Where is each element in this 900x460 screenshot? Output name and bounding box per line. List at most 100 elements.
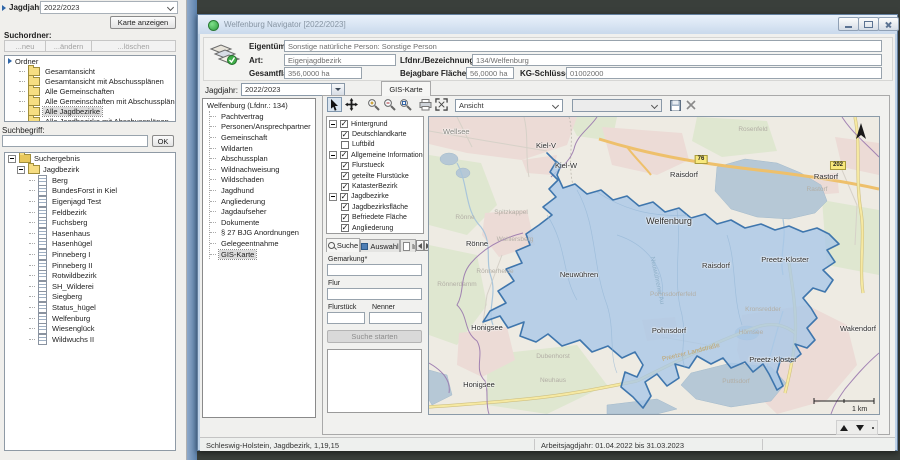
nav-item[interactable]: Wildnachweisung (210, 164, 315, 175)
jagdbezirk-item[interactable]: Pinneberg I (5, 249, 175, 260)
flurstueck-input[interactable] (327, 312, 365, 324)
nav-item[interactable]: Gelegeentnahme (210, 238, 315, 249)
full-extent-button[interactable] (434, 97, 449, 112)
jagdbezirk-item[interactable]: Rotwildbezirk (5, 270, 175, 281)
ansicht-select[interactable]: Ansicht (455, 99, 563, 112)
pan-tool-button[interactable] (344, 97, 359, 112)
minimize-button[interactable] (838, 17, 859, 31)
layer-checkbox[interactable] (340, 120, 348, 128)
jagdbezirk-item[interactable]: Wiesenglück (5, 323, 175, 334)
layer-checkbox[interactable] (341, 203, 349, 211)
collapse-icon[interactable] (17, 166, 25, 174)
nav-item[interactable]: Gemeinschaft (210, 132, 315, 143)
nav-item[interactable]: Dokumente (210, 217, 315, 228)
layer-checkbox[interactable] (341, 141, 349, 149)
jagdbezirk-item[interactable]: Eigenjagd Test (5, 196, 175, 207)
layer-row[interactable]: Luftbild (327, 140, 423, 150)
neu-button[interactable]: ...neu (4, 40, 46, 52)
nav-item[interactable]: Wildschaden (210, 175, 315, 186)
delete-view-button[interactable] (684, 98, 698, 112)
art-input[interactable] (284, 54, 396, 66)
gemarkung-input[interactable] (327, 264, 422, 276)
suchbegriff-input[interactable] (2, 135, 148, 147)
jagdbezirk-item[interactable]: Feldbezirk (5, 207, 175, 218)
jagdbezirk-group-item[interactable]: Jagdbezirk (5, 164, 175, 175)
ordner-folder-item[interactable]: Alle Jagdbezirke mit Abschussplänen (5, 116, 175, 122)
zoom-out-tool-button[interactable] (382, 97, 397, 112)
print-button[interactable] (418, 97, 433, 112)
layer-checkbox[interactable] (341, 224, 349, 232)
jagdbezirk-item[interactable]: Berg (5, 175, 175, 186)
layer-row[interactable]: Jagdbezirksfläche (327, 202, 423, 212)
dropdown-button[interactable] (331, 84, 344, 95)
pan-up-button[interactable] (840, 425, 848, 431)
tab-gis-karte[interactable]: GIS-Karte (381, 81, 431, 96)
saved-view-select[interactable] (572, 99, 662, 112)
layer-row[interactable]: Befriedete Fläche (327, 213, 423, 223)
sidebar-jagdjahr-select[interactable]: 2022/2023 (40, 1, 178, 14)
jagdbezirk-item[interactable]: Welfenburg (5, 313, 175, 324)
select-tool-button[interactable] (327, 97, 342, 112)
nav-item[interactable]: Wildarten (210, 143, 315, 154)
suche-starten-button[interactable]: Suche starten (327, 330, 422, 343)
zoom-select-tool-button[interactable] (398, 97, 413, 112)
tab-suche[interactable]: Suche (326, 238, 360, 252)
layer-row[interactable]: Hintergrund (327, 119, 423, 129)
jagdbezirk-item[interactable]: BundesForst in Kiel (5, 186, 175, 197)
layer-checkbox[interactable] (340, 193, 348, 201)
bejagbare-input[interactable] (466, 67, 514, 79)
gesamtflaeche-input[interactable] (284, 67, 362, 79)
kg-schluessel-input[interactable] (566, 67, 882, 79)
layer-checkbox[interactable] (341, 172, 349, 180)
layer-row[interactable]: Angliederung (327, 223, 423, 233)
layer-row[interactable]: KatasterBezirk (327, 181, 423, 191)
layer-row[interactable]: geteilte Flurstücke (327, 171, 423, 181)
nenner-input[interactable] (369, 312, 422, 324)
layer-checkbox[interactable] (340, 151, 348, 159)
layer-row[interactable]: Deutschlandkarte (327, 129, 423, 139)
karte-anzeigen-button[interactable]: Karte anzeigen (110, 16, 176, 29)
layer-checkbox[interactable] (341, 162, 349, 170)
jagdbezirk-item[interactable]: SH_Wilderei (5, 281, 175, 292)
layer-checkbox[interactable] (341, 131, 349, 139)
collapse-icon[interactable] (329, 151, 337, 159)
jagdbezirk-item[interactable]: Fuchsberg (5, 217, 175, 228)
nav-item[interactable]: GIS-Karte (210, 249, 315, 260)
nav-item[interactable]: Pachtvertrag (210, 111, 315, 122)
jagdbezirk-item[interactable]: Status_hügel (5, 302, 175, 313)
tab-scroll-left-button[interactable] (416, 240, 424, 251)
nav-item[interactable]: Jagdhund (210, 185, 315, 196)
aendern-button[interactable]: ...ändern (46, 40, 92, 52)
loeschen-button[interactable]: ...löschen (92, 40, 176, 52)
close-button[interactable] (878, 17, 899, 31)
jagdbezirk-item[interactable]: Hasenhaus (5, 228, 175, 239)
collapse-icon[interactable] (329, 193, 337, 201)
layer-row[interactable]: Jagdbezirke (327, 192, 423, 202)
nav-item[interactable]: Personen/Ansprechpartner (210, 122, 315, 133)
map-viewport[interactable]: 1 km Wellsee Kiel-V Kiel-W Rosenfeld Rai… (428, 116, 880, 415)
lfdnr-input[interactable] (472, 54, 882, 66)
jagdbezirk-item[interactable]: Hasenhügel (5, 239, 175, 250)
collapse-icon[interactable] (8, 155, 16, 163)
jagdjahr-expander-icon[interactable] (2, 5, 6, 11)
collapse-icon[interactable] (329, 120, 337, 128)
layer-checkbox[interactable] (341, 183, 349, 191)
jagdbezirk-item[interactable]: Pinneberg II (5, 260, 175, 271)
zoom-in-tool-button[interactable] (366, 97, 381, 112)
flur-input[interactable] (327, 288, 422, 300)
nav-item[interactable]: Angliederung (210, 196, 315, 207)
layer-row[interactable]: Flurstueck (327, 161, 423, 171)
search-results-listbox[interactable] (327, 349, 422, 413)
tab-info[interactable]: Inf (400, 239, 416, 252)
ok-button[interactable]: OK (152, 135, 174, 147)
jagdbezirk-item[interactable]: Wildwuchs II (5, 334, 175, 345)
nav-item[interactable]: Jagdaufseher (210, 206, 315, 217)
tab-auswahl[interactable]: Auswahl (360, 239, 400, 252)
nav-root-item[interactable]: Welfenburg (Lfdnr.: 134) (203, 99, 315, 111)
jagdbezirk-item[interactable]: Siegberg (5, 292, 175, 303)
nav-item[interactable]: § 27 BJG Anordnungen (210, 228, 315, 239)
window-titlebar[interactable]: Welfenburg Navigator [2022/2023] (198, 15, 897, 34)
pan-down-button[interactable] (856, 425, 864, 431)
nav-item[interactable]: Abschussplan (210, 153, 315, 164)
eigentuemer-input[interactable] (284, 40, 882, 52)
